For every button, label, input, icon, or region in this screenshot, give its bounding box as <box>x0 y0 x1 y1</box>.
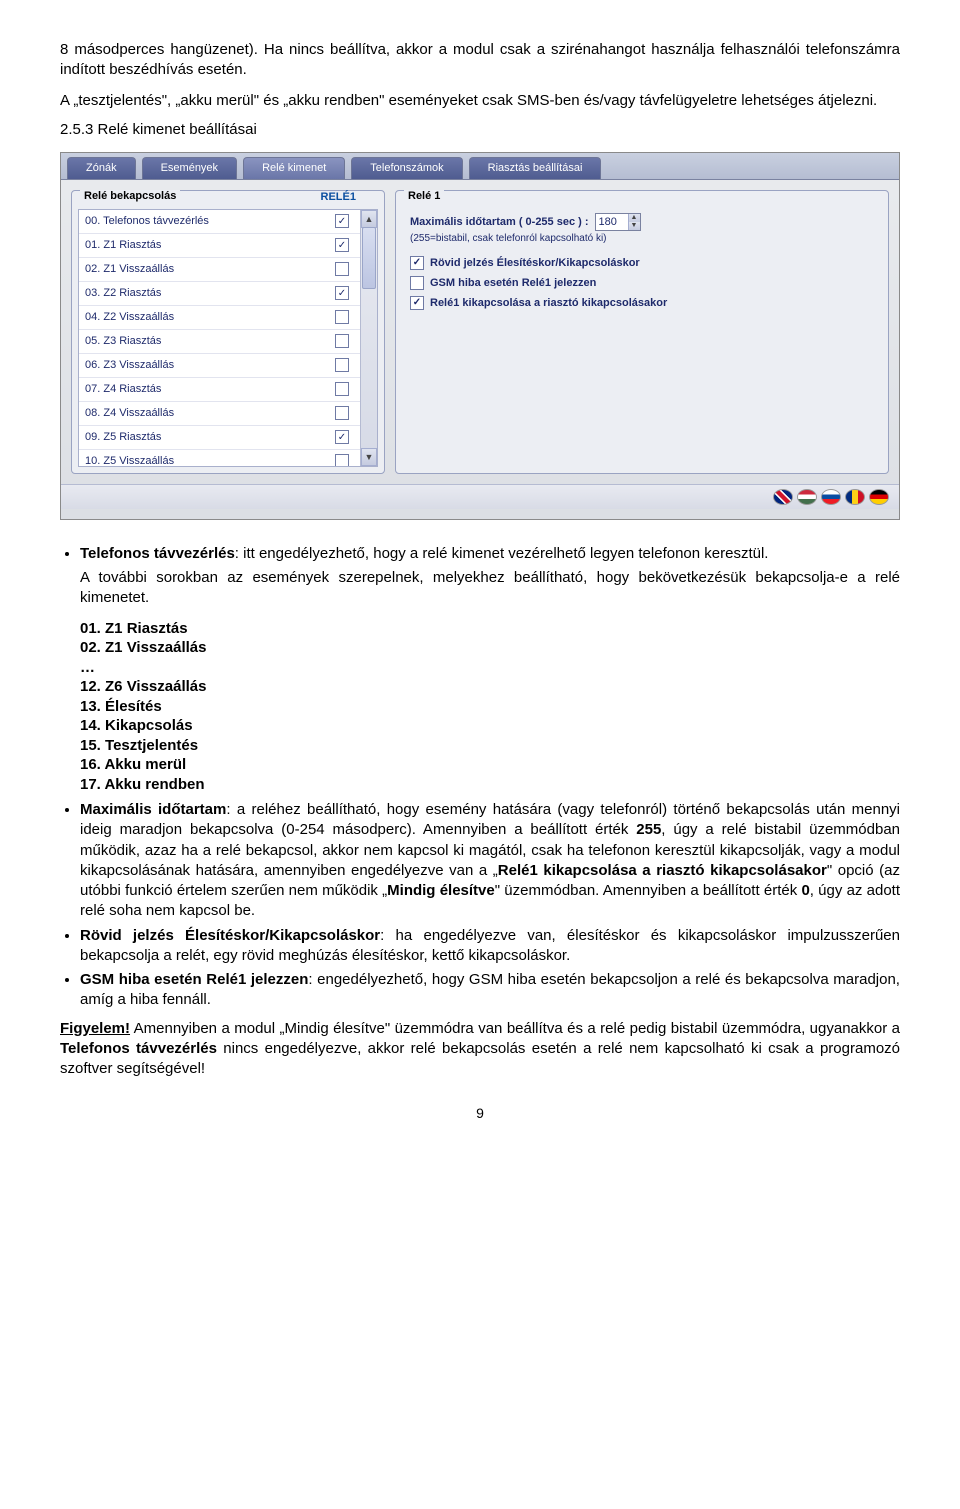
option-label: GSM hiba esetén Relé1 jelezzen <box>430 277 596 289</box>
relay-on-legend: Relé bekapcsolás <box>80 190 180 202</box>
list-item-label: 08. Z4 Visszaállás <box>85 407 335 419</box>
bullet-max-duration: Maximális időtartam: a reléhez beállítha… <box>80 800 900 922</box>
flag-hu-icon[interactable] <box>797 489 817 505</box>
list-item-label: 01. Z1 Riasztás <box>85 239 335 251</box>
checkbox-icon[interactable]: ✓ <box>335 430 349 444</box>
list-item[interactable]: 03. Z2 Riasztás✓ <box>79 282 361 306</box>
bullet-gsm-fault: GSM hiba esetén Relé1 jelezzen: engedély… <box>80 970 900 1011</box>
list-item-label: 06. Z3 Visszaállás <box>85 359 335 371</box>
list-item[interactable]: 10. Z5 Visszaállás <box>79 450 361 466</box>
checkbox-icon[interactable]: ✓ <box>335 214 349 228</box>
tab-relay-output[interactable]: Relé kimenet <box>243 157 345 179</box>
list-item-label: 05. Z3 Riasztás <box>85 335 335 347</box>
tab-phone-numbers[interactable]: Telefonszámok <box>351 157 462 179</box>
checkbox-icon[interactable] <box>335 454 349 466</box>
tab-zones[interactable]: Zónák <box>67 157 136 179</box>
settings-window: Zónák Események Relé kimenet Telefonszám… <box>60 152 900 520</box>
spin-up-icon[interactable]: ▲ <box>628 214 640 222</box>
tab-events[interactable]: Események <box>142 157 237 179</box>
checkbox-icon[interactable] <box>335 382 349 396</box>
flag-de-icon[interactable] <box>869 489 889 505</box>
option-label: Rövid jelzés Élesítéskor/Kikapcsoláskor <box>430 257 640 269</box>
checkbox-icon[interactable]: ✓ <box>335 286 349 300</box>
list-item[interactable]: 07. Z4 Riasztás <box>79 378 361 402</box>
bullet-short-signal: Rövid jelzés Élesítéskor/Kikapcsoláskor:… <box>80 926 900 967</box>
list-item-label: 02. Z1 Visszaállás <box>85 263 335 275</box>
relay1-legend: Relé 1 <box>404 190 444 202</box>
list-item[interactable]: 08. Z4 Visszaállás <box>79 402 361 426</box>
section-heading: 2.5.3 Relé kimenet beállításai <box>60 121 900 138</box>
tab-alarm-settings[interactable]: Riasztás beállításai <box>469 157 602 179</box>
checkbox-icon[interactable] <box>335 334 349 348</box>
spin-down-icon[interactable]: ▼ <box>628 222 640 230</box>
list-item[interactable]: 00. Telefonos távvezérlés✓ <box>79 210 361 234</box>
list-item[interactable]: 02. Z1 Visszaállás <box>79 258 361 282</box>
checkbox-icon[interactable] <box>335 262 349 276</box>
list-item[interactable]: 01. Z1 Riasztás✓ <box>79 234 361 258</box>
warning-para: Figyelem! Amennyiben a modul „Mindig éle… <box>60 1019 900 1080</box>
option-row[interactable]: ✓ Rövid jelzés Élesítéskor/Kikapcsoláskor <box>410 256 874 270</box>
max-duration-value[interactable]: 180 <box>596 215 628 229</box>
checkbox-icon[interactable]: ✓ <box>335 238 349 252</box>
intro-para-2: A „tesztjelentés", „akku merül" és „akku… <box>60 91 900 111</box>
scrollbar[interactable]: ▲ ▼ <box>360 210 377 466</box>
flag-en-icon[interactable] <box>773 489 793 505</box>
intro-para-1: 8 másodperces hangüzenet). Ha nincs beál… <box>60 40 900 81</box>
list-item[interactable]: 06. Z3 Visszaállás <box>79 354 361 378</box>
max-duration-spinner[interactable]: 180 ▲ ▼ <box>595 213 641 231</box>
numbered-item: 01. Z1 Riasztás <box>80 619 900 639</box>
list-item-label: 07. Z4 Riasztás <box>85 383 335 395</box>
max-duration-note: (255=bistabil, csak telefonról kapcsolha… <box>410 233 874 244</box>
checkbox-icon[interactable] <box>410 276 424 290</box>
bullet-remote-control: Telefonos távvezérlés: itt engedélyezhet… <box>80 544 900 794</box>
status-bar <box>61 484 899 509</box>
numbered-item: 15. Tesztjelentés <box>80 736 900 756</box>
numbered-item: 17. Akku rendben <box>80 775 900 795</box>
relay1-groupbox: Relé 1 Maximális időtartam ( 0-255 sec )… <box>395 190 889 474</box>
list-item-label: 03. Z2 Riasztás <box>85 287 335 299</box>
checkbox-icon[interactable] <box>335 406 349 420</box>
list-item[interactable]: 09. Z5 Riasztás✓ <box>79 426 361 450</box>
numbered-item: … <box>80 658 900 678</box>
list-item[interactable]: 04. Z2 Visszaállás <box>79 306 361 330</box>
scroll-down-icon[interactable]: ▼ <box>361 448 377 466</box>
flag-sk-icon[interactable] <box>821 489 841 505</box>
option-row[interactable]: ✓ Relé1 kikapcsolása a riasztó kikapcsolá… <box>410 296 874 310</box>
list-item-label: 00. Telefonos távvezérlés <box>85 215 335 227</box>
relay-column-label: RELÉ1 <box>317 191 360 203</box>
checkbox-icon[interactable] <box>335 358 349 372</box>
tab-bar: Zónák Események Relé kimenet Telefonszám… <box>61 153 899 180</box>
event-list: 00. Telefonos távvezérlés✓01. Z1 Riasztá… <box>78 209 378 467</box>
page-number: 9 <box>60 1105 900 1121</box>
list-item[interactable]: 05. Z3 Riasztás <box>79 330 361 354</box>
max-duration-label: Maximális időtartam ( 0-255 sec ) : <box>410 216 589 228</box>
checkbox-icon[interactable]: ✓ <box>410 296 424 310</box>
numbered-item: 14. Kikapcsolás <box>80 716 900 736</box>
numbered-item: 02. Z1 Visszaállás <box>80 638 900 658</box>
relay-on-groupbox: Relé bekapcsolás RELÉ1 00. Telefonos táv… <box>71 190 385 474</box>
option-row[interactable]: GSM hiba esetén Relé1 jelezzen <box>410 276 874 290</box>
flag-ro-icon[interactable] <box>845 489 865 505</box>
checkbox-icon[interactable]: ✓ <box>410 256 424 270</box>
list-item-label: 10. Z5 Visszaállás <box>85 455 335 466</box>
numbered-item: 13. Élesítés <box>80 697 900 717</box>
scroll-thumb[interactable] <box>362 227 376 289</box>
list-item-label: 04. Z2 Visszaállás <box>85 311 335 323</box>
scroll-up-icon[interactable]: ▲ <box>361 210 377 228</box>
option-label: Relé1 kikapcsolása a riasztó kikapcsolás… <box>430 297 667 309</box>
numbered-item: 16. Akku merül <box>80 755 900 775</box>
numbered-item: 12. Z6 Visszaállás <box>80 677 900 697</box>
checkbox-icon[interactable] <box>335 310 349 324</box>
list-item-label: 09. Z5 Riasztás <box>85 431 335 443</box>
